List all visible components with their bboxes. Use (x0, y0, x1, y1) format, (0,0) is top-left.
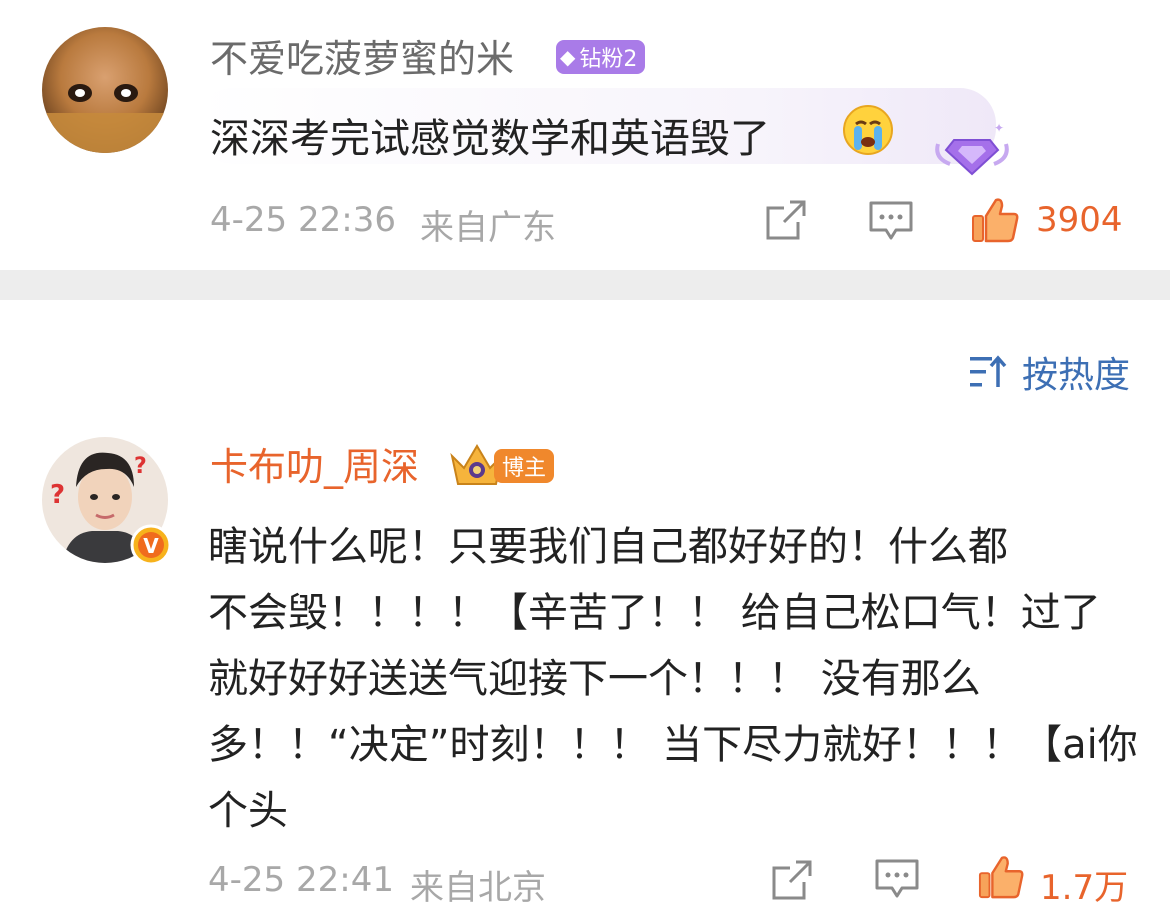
sort-icon (970, 355, 1007, 387)
sort-button[interactable]: 按热度 (968, 346, 1130, 398)
sort-label: 按热度 (1022, 355, 1131, 396)
share-icon[interactable] (770, 858, 814, 906)
diamond-icon: ◆ (560, 45, 576, 69)
username[interactable]: 不爱吃菠萝蜜的米 (210, 40, 514, 78)
comment-line: 多！！“决定”时刻！！！ 当下尽力就好！！！【ai你 (208, 722, 1138, 768)
comment-line: 瞎说什么呢！只要我们自己都好好的！什么都 (208, 524, 1008, 570)
comment-icon[interactable] (868, 200, 914, 248)
comment-location: 来自北京 (410, 868, 546, 908)
comment-location: 来自广东 (420, 208, 556, 248)
blogger-badge[interactable]: 博主 (494, 449, 555, 483)
like-count: 1.7万 (1040, 868, 1129, 908)
comment-timestamp: 4-25 22:41 (208, 860, 394, 900)
comment-line: 个头 (208, 788, 288, 834)
comment-text: 深深考完试感觉数学和英语毁了 (210, 116, 770, 162)
avatar[interactable] (42, 27, 168, 153)
fan-badge[interactable]: ◆ 钻粉2 (556, 40, 646, 74)
like-count: 3904 (1036, 200, 1123, 240)
like-icon[interactable] (976, 854, 1026, 904)
svg-text:?: ? (134, 454, 147, 479)
diamond-decoration-icon: ✦ (932, 118, 1012, 184)
share-icon[interactable] (764, 198, 808, 246)
like-icon[interactable] (970, 196, 1020, 248)
fan-badge-label: 钻粉2 (579, 47, 638, 72)
crying-face-icon (842, 104, 894, 160)
username[interactable]: 卡布叻_周深 (210, 448, 419, 486)
comment-text: 瞎说什么呢！只要我们自己都好好的！什么都 不会毁！！！！【辛苦了！！ 给自己松口… (208, 514, 1138, 844)
svg-text:?: ? (50, 480, 65, 510)
comment-icon[interactable] (874, 858, 920, 904)
verified-mark: V (143, 534, 159, 558)
avatar-face-icon (42, 84, 168, 153)
comment-line: 不会毁！！！！【辛苦了！！ 给自己松口气！过了 (208, 590, 1101, 636)
verified-badge-icon: V (130, 524, 172, 570)
comment-line: 就好好好送送气迎接下一个！！！ 没有那么 (208, 656, 981, 702)
comment-timestamp: 4-25 22:36 (210, 200, 396, 240)
section-divider (0, 270, 1170, 300)
svg-text:✦: ✦ (994, 121, 1004, 135)
blogger-badge-label: 博主 (502, 456, 547, 481)
